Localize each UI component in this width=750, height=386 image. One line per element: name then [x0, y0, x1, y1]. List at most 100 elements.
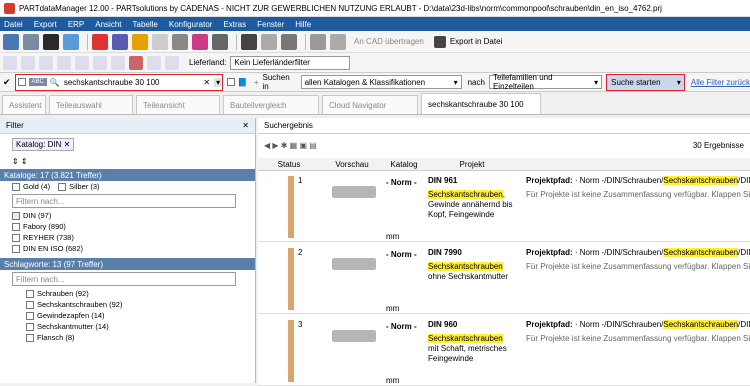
result-row[interactable]: 1 - Norm - mm DIN 961 Sechskantschrauben… — [258, 172, 750, 242]
search-box: ABC 🔍 sechskantschraube 30 100 ✕ ▾ — [14, 73, 224, 91]
settings-icon[interactable] — [212, 33, 228, 50]
col-projekt[interactable]: Projekt — [424, 160, 520, 169]
monitor-icon[interactable] — [63, 33, 79, 50]
list-icon[interactable] — [241, 33, 257, 50]
window-title: PARTdataManager 12.00 - PARTsolutions by… — [19, 3, 662, 13]
col-katalog[interactable]: Katalog — [384, 160, 424, 169]
grid-icon[interactable] — [3, 55, 17, 70]
search-check-icon[interactable]: ✔ — [3, 77, 11, 88]
gold-checkbox[interactable] — [12, 182, 20, 191]
catalog-checkbox[interactable] — [12, 222, 20, 231]
result-row[interactable]: 3 - Norm - mm DIN 960 Sechskantschrauben… — [258, 316, 750, 386]
table-icon[interactable] — [132, 33, 148, 50]
keyword-checkbox[interactable] — [26, 311, 34, 320]
option-checkbox[interactable] — [227, 78, 235, 86]
tab-cloud-navigator[interactable]: Cloud Navigator — [322, 95, 418, 114]
menu-extras[interactable]: Extras — [223, 20, 246, 29]
schlagworte-section-header[interactable]: Schlagworte: 13 (97 Treffer) — [0, 258, 255, 270]
export-icon[interactable] — [112, 33, 128, 50]
result-row[interactable]: 2 - Norm - mm DIN 7990 Sechskantschraube… — [258, 244, 750, 314]
history-dropdown[interactable]: ▾ — [214, 77, 223, 87]
menu-tabelle[interactable]: Tabelle — [133, 20, 158, 29]
search-start-button[interactable]: Suche starten ▾ — [606, 73, 685, 91]
traffic-light-icon[interactable] — [43, 33, 59, 50]
tools-icon[interactable] — [281, 33, 297, 50]
search-mode-icon[interactable]: 🔍 — [50, 78, 60, 87]
catalog-scope-select[interactable]: allen Katalogen & Klassifikationen ▾ — [300, 75, 462, 89]
lieferland-select[interactable]: Kein Lieferländerfilter — [230, 55, 351, 70]
abc-checkbox[interactable] — [17, 78, 26, 86]
keyword-item[interactable]: Flansch (8) — [0, 332, 255, 343]
keyword-item[interactable]: Schrauben (92) — [0, 288, 255, 299]
cube-icon[interactable] — [261, 33, 277, 50]
catalog-item[interactable]: DIN EN ISO (682) — [0, 243, 255, 254]
tab-teileauswahl[interactable]: Teileauswahl — [49, 95, 133, 114]
compare-icon[interactable] — [172, 33, 188, 50]
pdf-icon[interactable] — [92, 33, 108, 50]
menu-konfigurator[interactable]: Konfigurator — [169, 20, 213, 29]
columns-icon[interactable] — [75, 55, 89, 70]
catalog-checkbox[interactable] — [12, 244, 20, 253]
tab-search-result[interactable]: sechskantschraube 30 100 — [421, 93, 541, 114]
keyword-checkbox[interactable] — [26, 322, 34, 331]
filter-icon[interactable] — [39, 55, 53, 70]
project-name: DIN 960 — [428, 320, 458, 329]
target-icon[interactable] — [129, 55, 143, 70]
catalog-checkbox[interactable] — [12, 233, 20, 242]
view-icon[interactable] — [21, 55, 35, 70]
part-icon[interactable] — [152, 33, 168, 50]
tab-teileansicht[interactable]: Teileansicht — [136, 95, 220, 114]
col-vorschau[interactable]: Vorschau — [320, 160, 384, 169]
path-label: Projektpfad: — [526, 176, 573, 185]
reset-filters-link[interactable]: Alle Filter zurück — [691, 78, 750, 87]
katalog-filter-input[interactable]: Filtern nach... — [12, 194, 236, 208]
menu-hilfe[interactable]: Hilfe — [295, 20, 311, 29]
keyword-item[interactable]: Sechskantschrauben (92) — [0, 299, 255, 310]
cd-icon[interactable] — [310, 33, 326, 50]
network-icon[interactable] — [330, 33, 346, 50]
nach-select[interactable]: Teilefamilien und Einzelteilen ▾ — [488, 73, 603, 91]
export-file-button[interactable]: Export in Datei — [450, 37, 502, 46]
schlagwort-filter-input[interactable]: Filtern nach... — [12, 272, 236, 286]
col-status[interactable]: Status — [258, 160, 320, 169]
catalog-item[interactable]: REYHER (738) — [0, 232, 255, 243]
layout-icon[interactable] — [165, 55, 179, 70]
silber-checkbox[interactable] — [58, 182, 67, 191]
abc-badge[interactable]: ABC — [28, 78, 47, 86]
menu-datei[interactable]: Datei — [4, 20, 23, 29]
keyword-checkbox[interactable] — [26, 333, 34, 342]
kataloge-section-header[interactable]: Kataloge: 17 (3.821 Treffer) — [0, 169, 255, 181]
menu-fenster[interactable]: Fenster — [257, 20, 284, 29]
list-view-icon[interactable] — [57, 55, 71, 70]
filter-chip[interactable]: Katalog: DIN ✕ — [12, 138, 75, 151]
plus-icon[interactable]: + — [254, 78, 259, 87]
keyword-checkbox[interactable] — [26, 289, 34, 298]
path-pre: Norm -/DIN/Schrauben/ — [579, 176, 664, 185]
menu-ansicht[interactable]: Ansicht — [95, 20, 121, 29]
cad-transfer-button[interactable]: An CAD übertragen — [354, 37, 424, 46]
catalog-item[interactable]: Fabory (890) — [0, 221, 255, 232]
close-panel-icon[interactable]: ✕ — [242, 121, 249, 130]
search-input[interactable]: sechskantschraube 30 100 — [64, 78, 204, 87]
din-row[interactable]: DIN (97) — [0, 210, 255, 221]
unit-label: mm — [386, 376, 400, 385]
expand-icons[interactable]: ⇕ ⇕ — [0, 155, 255, 167]
tree-icon[interactable] — [93, 55, 107, 70]
results-tab[interactable]: Suchergebnis — [258, 118, 750, 134]
menu-export[interactable]: Export — [34, 20, 57, 29]
keyword-item[interactable]: Sechskantmutter (14) — [0, 321, 255, 332]
keyword-label: Flansch (8) — [37, 333, 75, 342]
results-nav-icons[interactable]: ◀ ▶ ✱ ▦ ▣ ▤ — [264, 141, 317, 150]
doc-icon[interactable] — [147, 55, 161, 70]
color-icon[interactable] — [192, 33, 208, 50]
flag-icon[interactable] — [111, 55, 125, 70]
clear-icon[interactable]: ✕ — [203, 78, 210, 87]
tab-bauteilvergleich[interactable]: Bauteilvergleich — [223, 95, 319, 114]
keyword-checkbox[interactable] — [26, 300, 34, 309]
menu-erp[interactable]: ERP — [68, 20, 84, 29]
tab-assistent[interactable]: Assistent — [2, 95, 46, 114]
tool-icon[interactable] — [23, 33, 39, 50]
din-checkbox[interactable] — [12, 211, 20, 220]
bmp-icon[interactable] — [3, 33, 19, 50]
keyword-item[interactable]: Gewindezapfen (14) — [0, 310, 255, 321]
